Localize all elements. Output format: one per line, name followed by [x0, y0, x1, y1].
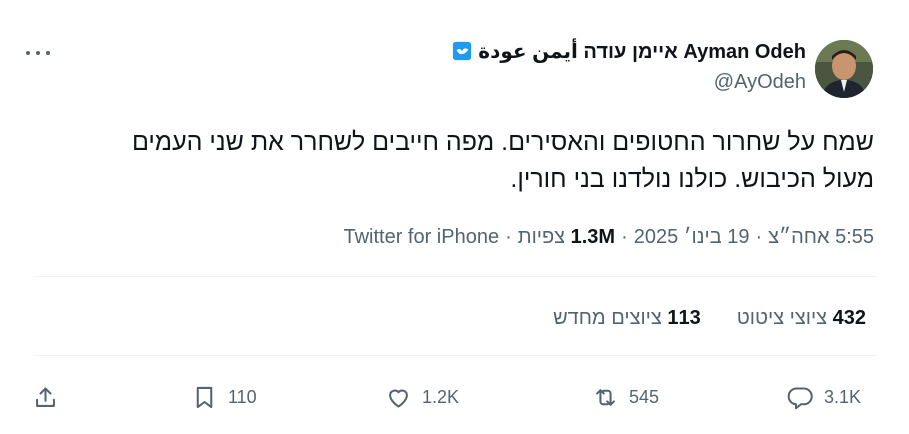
retweets-label: ציוצים מחדש	[553, 307, 662, 329]
author-display-name[interactable]: Ayman Odeh איימן עודה أيمن عودة	[478, 39, 806, 64]
verified-badge-icon	[452, 41, 472, 61]
avatar-image	[815, 40, 873, 98]
reply-icon	[787, 386, 813, 409]
retweets-count: 113	[667, 307, 701, 329]
divider	[33, 276, 876, 277]
meta-separator: ·	[505, 225, 512, 248]
retweet-count: 545	[629, 386, 660, 407]
share-icon	[36, 386, 55, 407]
bookmark-button[interactable]: 110	[191, 382, 257, 412]
views-label: צפיות	[517, 225, 566, 248]
like-button[interactable]: 1.2K	[385, 382, 459, 412]
retweet-icon	[596, 388, 615, 406]
quotes-label: ציוצי ציטוט	[736, 307, 828, 329]
tweet-text-line-1: שמח על שחרור החטופים והאסירים. מפה חייבי…	[131, 128, 874, 156]
views-count: 1.3M	[570, 225, 616, 248]
bookmark-count: 110	[228, 386, 257, 407]
tweet-meta: 5:55 אחה״צ · 19 בינו׳ 2025 · 1.3M צפיות …	[343, 224, 874, 250]
tweet-stats: 432 ציוצי ציטוט 113 ציוצים מחדש	[553, 307, 866, 330]
author-name-row[interactable]: Ayman Odeh איימן עודה أيمن عودة	[452, 38, 806, 64]
meta-separator: ·	[755, 225, 763, 248]
more-icon[interactable]	[26, 44, 50, 62]
divider	[33, 355, 876, 356]
share-button[interactable]	[32, 382, 59, 412]
tweet-text: שמח על שחרור החטופים והאסירים. מפה חייבי…	[54, 124, 874, 198]
avatar[interactable]	[815, 40, 873, 98]
quotes-count: 432	[832, 307, 866, 329]
views: 1.3M צפיות	[518, 226, 615, 249]
tweet-source[interactable]: Twitter for iPhone	[343, 226, 499, 249]
like-count: 1.2K	[422, 386, 460, 407]
reply-count: 3.1K	[824, 386, 862, 407]
quotes-stat[interactable]: 432 ציוצי ציטוט	[737, 307, 866, 330]
meta-separator: ·	[621, 225, 628, 248]
retweets-stat[interactable]: 113 ציוצים מחדש	[553, 307, 701, 330]
reply-button[interactable]: 3.1K	[787, 382, 861, 412]
author-handle[interactable]: @AyOdeh	[714, 71, 806, 94]
tweet-time[interactable]: 5:55 אחה״צ	[768, 226, 874, 249]
heart-icon	[389, 389, 408, 408]
retweet-button[interactable]: 545	[592, 382, 659, 412]
tweet-text-line-2: מעול הכיבוש. כולנו נולדנו בני חורין.	[510, 165, 874, 193]
bookmark-icon	[196, 386, 213, 408]
tweet-date[interactable]: 19 בינו׳ 2025	[634, 226, 750, 249]
